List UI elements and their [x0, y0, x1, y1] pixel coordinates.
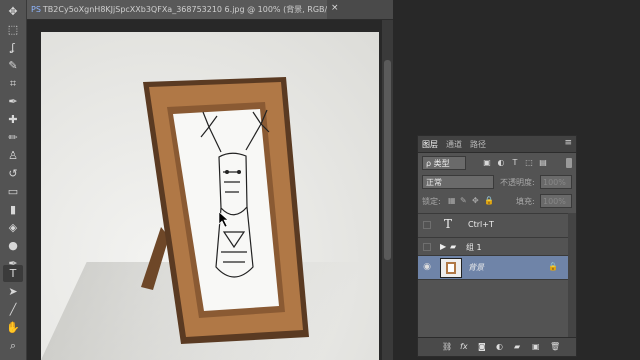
document-tab-bar: PS TB2Cy5oXgnH8KJjSpcXXb3QFXa_368753210 … [27, 0, 393, 20]
mask-icon[interactable]: ◙ [478, 342, 486, 351]
adjustment-icon[interactable]: ◐ [496, 342, 503, 351]
visibility-toggle[interactable] [423, 221, 431, 229]
adjustment-filter-icon[interactable]: ◐ [496, 157, 506, 168]
link-icon[interactable]: ⛓ [442, 342, 452, 351]
move-icon[interactable]: ✥ [3, 3, 23, 20]
layer-name: 组 1 [466, 243, 482, 252]
gradient-icon[interactable]: ▮ [3, 201, 23, 218]
filter-toggle[interactable] [566, 158, 572, 168]
layers-panel-header: 图层 通道 路径 ≡ [418, 136, 576, 153]
blend-row: 正常 不透明度: 100% [420, 174, 574, 190]
new-group-icon[interactable]: ▰ [514, 342, 520, 351]
text-layer-icon: T [444, 217, 453, 231]
tab-layers[interactable]: 图层 [422, 139, 438, 150]
opacity-label: 不透明度: [500, 178, 535, 187]
image-filter-icon[interactable]: ▣ [482, 157, 492, 168]
visibility-toggle[interactable] [423, 243, 431, 251]
layer-name: Ctrl+T [468, 220, 494, 229]
marquee-icon[interactable]: ⬚ [3, 21, 23, 38]
type-icon[interactable]: T [3, 265, 23, 282]
opacity-field[interactable]: 100% [540, 175, 572, 189]
layer-list: T Ctrl+T ▶ ▰ 组 1 ◉ 背景 🔒 [418, 213, 568, 339]
panel-menu-icon[interactable]: ≡ [564, 138, 572, 148]
layer-name: 背景 [468, 263, 484, 272]
scroll-thumb[interactable] [384, 60, 391, 260]
blend-mode-select[interactable]: 正常 [422, 175, 494, 189]
eyedropper-icon[interactable]: ✒ [3, 93, 23, 110]
layer-thumbnail [440, 258, 462, 278]
quick-select-icon[interactable]: ✎ [3, 57, 23, 74]
zoom-icon[interactable]: ⌕ [3, 337, 23, 354]
ps-badge: PS [31, 5, 41, 14]
lasso-icon[interactable]: ʆ [3, 39, 23, 56]
layers-scrollbar[interactable] [568, 213, 576, 338]
close-icon[interactable]: × [331, 3, 339, 13]
shape-filter-icon[interactable]: ⬚ [524, 157, 534, 168]
history-brush-icon[interactable]: ↺ [3, 165, 23, 182]
canvas-area[interactable] [27, 20, 393, 360]
line-icon[interactable]: ╱ [3, 301, 23, 318]
folder-icon: ▰ [450, 242, 457, 251]
document-image [41, 32, 379, 360]
lock-position-icon[interactable]: ✥ [472, 196, 479, 205]
tools-panel: ✥ ⬚ ʆ ✎ ⌗ ✒ ✚ ✏ ♙ ↺ ▭ ▮ ◈ ● ✒ T ➤ ╱ ✋ ⌕ [0, 0, 27, 360]
lock-label: 锁定: [422, 197, 441, 206]
fill-field[interactable]: 100% [540, 194, 572, 208]
tab-paths[interactable]: 路径 [470, 139, 486, 150]
text-filter-icon[interactable]: T [510, 157, 520, 168]
layers-panel: 图层 通道 路径 ≡ ρ 类型 ▣ ◐ T ⬚ ▤ 正常 不透明度: 100% … [417, 135, 577, 357]
layers-panel-footer: ⛓ fx ◙ ◐ ▰ ▣ 🗑 [418, 337, 576, 356]
lock-icon: 🔒 [548, 262, 558, 271]
healing-brush-icon[interactable]: ✚ [3, 111, 23, 128]
eraser-icon[interactable]: ▭ [3, 183, 23, 200]
crop-icon[interactable]: ⌗ [3, 75, 23, 92]
tab-channels[interactable]: 通道 [446, 139, 462, 150]
expand-arrow-icon[interactable]: ▶ [440, 242, 446, 251]
blur-icon[interactable]: ◈ [3, 219, 23, 236]
lock-row: 锁定: ▦ ✎ ✥ 🔒 填充: 100% [420, 193, 574, 209]
photo-frame-illustration [141, 77, 309, 344]
dodge-icon[interactable]: ● [3, 237, 23, 254]
document-title: TB2Cy5oXgnH8KJjSpcXXb3QFXa_368753210 6.j… [42, 5, 327, 14]
lock-all-icon[interactable]: 🔒 [484, 196, 494, 205]
document-tab[interactable]: PS TB2Cy5oXgnH8KJjSpcXXb3QFXa_368753210 … [27, 0, 327, 19]
fx-icon[interactable]: fx [460, 342, 468, 351]
brush-icon[interactable]: ✏ [3, 129, 23, 146]
eye-icon[interactable]: ◉ [422, 262, 432, 272]
trash-icon[interactable]: 🗑 [550, 342, 560, 351]
lock-pixels-icon[interactable]: ✎ [460, 196, 467, 205]
layer-row[interactable]: T Ctrl+T [418, 214, 568, 238]
path-select-icon[interactable]: ➤ [3, 283, 23, 300]
filter-row: ρ 类型 ▣ ◐ T ⬚ ▤ [420, 155, 574, 171]
new-layer-icon[interactable]: ▣ [532, 342, 540, 351]
vertical-scrollbar[interactable] [382, 20, 393, 360]
kind-filter-select[interactable]: ρ 类型 [422, 156, 466, 170]
smart-object-filter-icon[interactable]: ▤ [538, 157, 548, 168]
layer-row[interactable]: ▶ ▰ 组 1 [418, 238, 568, 256]
lock-transparency-icon[interactable]: ▦ [448, 196, 456, 205]
fill-label: 填充: [516, 197, 535, 206]
layer-row-selected[interactable]: ◉ 背景 🔒 [418, 256, 568, 280]
frame-stand [141, 227, 169, 290]
hand-icon[interactable]: ✋ [3, 319, 23, 336]
clone-stamp-icon[interactable]: ♙ [3, 147, 23, 164]
